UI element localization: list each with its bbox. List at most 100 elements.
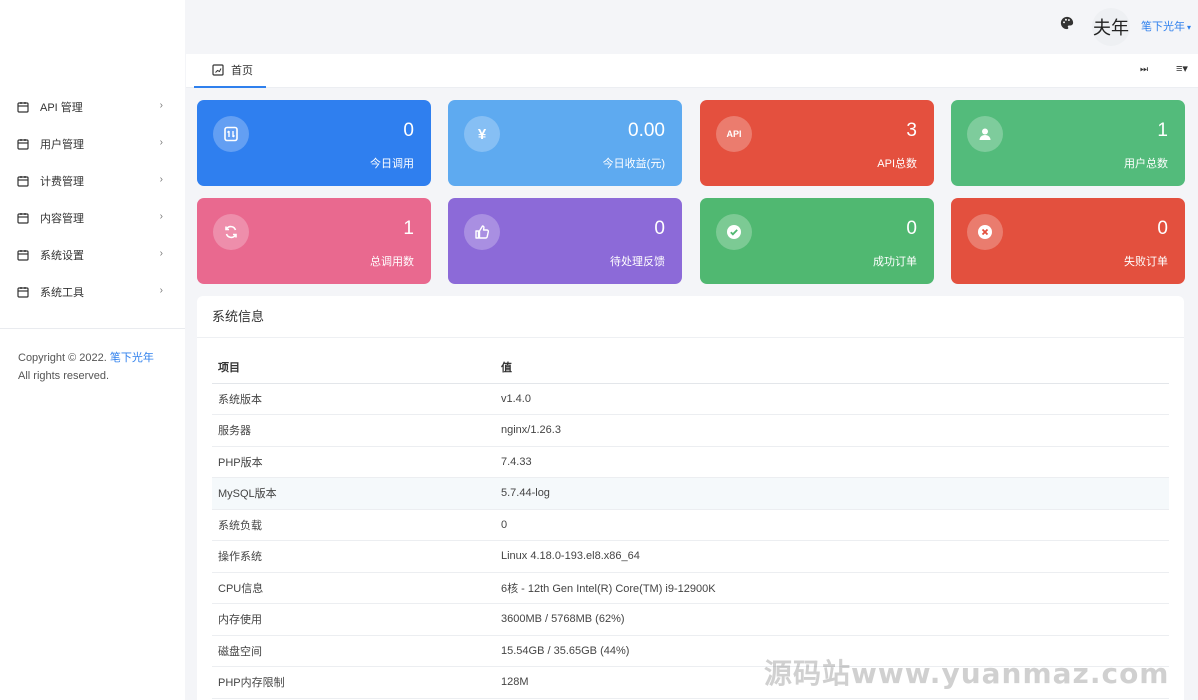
row-item: PHP版本 [212, 446, 495, 478]
copyright-prefix: Copyright © 2022. [18, 352, 107, 364]
sidebar-item[interactable]: 系统工具 › [0, 273, 185, 310]
chevron-right-icon: › [159, 174, 163, 185]
table-row: 操作系统 Linux 4.18.0-193.el8.x86_64 [212, 540, 1169, 573]
row-item: PHP内存限制 [212, 666, 495, 699]
row-value: Linux 4.18.0-193.el8.x86_64 [495, 540, 1169, 573]
sidebar-item[interactable]: API 管理 › [0, 88, 185, 125]
sidebar-menu: API 管理 › 用户管理 › 计费管理 › 内容管理 › 系统设置 › 系统工具 › [0, 88, 185, 310]
stat-card[interactable]: ¥0.00 今日收益(元) [448, 100, 682, 186]
stat-card[interactable]: 1 总调用数 [197, 198, 431, 284]
chevron-right-icon: › [159, 211, 163, 222]
sidebar-item-label: 内容管理 [40, 212, 84, 225]
sidebar-item-label: 用户管理 [40, 138, 84, 151]
row-value: 3600MB / 5768MB (62%) [495, 603, 1169, 636]
calendar-icon [17, 175, 29, 187]
top-header: 夫年 笔下光年 ▾ [0, 0, 1198, 52]
chevron-right-icon: › [159, 100, 163, 111]
stat-value: 0 [906, 218, 917, 239]
sidebar-item[interactable]: 内容管理 › [0, 199, 185, 236]
tab-menu-icon[interactable]: ≡▾ [1176, 62, 1188, 75]
stat-value: 0 [654, 218, 665, 239]
calendar-icon [17, 286, 29, 298]
user-menu[interactable]: 笔下光年 ▾ [1141, 18, 1191, 34]
calendar-icon [17, 212, 29, 224]
column-header-item: 项目 [212, 352, 495, 384]
stat-label: 今日调用 [370, 158, 414, 170]
row-value: nginx/1.26.3 [495, 414, 1169, 447]
table-row: 服务器 nginx/1.26.3 [212, 414, 1169, 447]
row-value: 7.4.33 [495, 446, 1169, 478]
row-item: 系统版本 [212, 383, 495, 415]
stat-card[interactable]: 0 成功订单 [700, 198, 934, 284]
sidebar-item-label: 系统设置 [40, 249, 84, 262]
stat-label: 用户总数 [1124, 158, 1168, 170]
table-body: 系统版本 v1.4.0 服务器 nginx/1.26.3 PHP版本 7.4.33 MySQ… [212, 383, 1169, 699]
system-info-panel: 系统信息 项目 值 系统版本 v1.4.0 服务器 nginx/1.26.3 PHP版本… [197, 296, 1184, 700]
stat-card[interactable]: 1 用户总数 [951, 100, 1185, 186]
sidebar-item-label: API 管理 [40, 101, 83, 114]
stat-card[interactable]: 0 今日调用 [197, 100, 431, 186]
exchange-icon [213, 116, 249, 152]
watermark: 源码站www.yuanmaz.com [764, 657, 1170, 690]
table-row: PHP版本 7.4.33 [212, 446, 1169, 478]
avatar[interactable]: 夫年 [1092, 8, 1130, 46]
calendar-icon [17, 101, 29, 113]
sidebar-item-label: 计费管理 [40, 175, 84, 188]
chevron-down-icon: ▾ [1187, 23, 1192, 32]
sidebar-item[interactable]: 计费管理 › [0, 162, 185, 199]
copyright-suffix: All rights reserved. [18, 370, 110, 382]
stat-card[interactable]: 0 待处理反馈 [448, 198, 682, 284]
table-row: 系统版本 v1.4.0 [212, 383, 1169, 415]
copyright-brand-link[interactable]: 笔下光年 [110, 352, 154, 364]
sidebar-item[interactable]: 用户管理 › [0, 125, 185, 162]
avatar-text: 夫年 [1093, 18, 1129, 39]
palette-icon[interactable] [1060, 16, 1074, 30]
table-row: 内存使用 3600MB / 5768MB (62%) [212, 603, 1169, 636]
sidebar-item-label: 系统工具 [40, 286, 84, 299]
stat-value: 1 [1157, 120, 1168, 141]
row-value: 0 [495, 509, 1169, 541]
icon-glyph: ¥ [477, 125, 487, 143]
calendar-icon [17, 138, 29, 150]
row-item: 系统负载 [212, 509, 495, 541]
row-item: 内存使用 [212, 603, 495, 636]
panel-title: 系统信息 [197, 296, 1184, 338]
chevron-right-icon: › [159, 285, 163, 296]
chevron-right-icon: › [159, 248, 163, 259]
system-info-table: 项目 值 系统版本 v1.4.0 服务器 nginx/1.26.3 PHP版本 7.4.3… [212, 352, 1169, 699]
stat-label: API总数 [877, 158, 917, 170]
sidebar: API 管理 › 用户管理 › 计费管理 › 内容管理 › 系统设置 › 系统工具 › Copyrig… [0, 0, 185, 700]
tab-home-label: 首页 [231, 65, 253, 77]
table-row: MySQL版本 5.7.44-log [212, 477, 1169, 510]
stat-label: 失败订单 [1124, 256, 1168, 268]
home-page-icon [212, 64, 224, 76]
stat-value: 0.00 [628, 120, 665, 141]
user-name: 笔下光年 [1141, 21, 1185, 33]
sidebar-item[interactable]: 系统设置 › [0, 236, 185, 273]
row-value: 5.7.44-log [495, 477, 1169, 510]
thumbs-up-icon [464, 214, 500, 250]
stat-value: 1 [403, 218, 414, 239]
refresh-icon [213, 214, 249, 250]
column-header-value: 值 [495, 352, 1169, 384]
api-icon: API [716, 116, 752, 152]
icon-glyph: API [726, 129, 742, 139]
table-header-row: 项目 值 [212, 352, 1169, 384]
stat-label: 总调用数 [370, 256, 414, 268]
calendar-icon [17, 249, 29, 261]
skip-forward-icon[interactable]: ⏭ [1140, 64, 1148, 75]
table-row: 系统负载 0 [212, 509, 1169, 541]
stat-label: 成功订单 [873, 256, 917, 268]
stat-value: 0 [1157, 218, 1168, 239]
row-item: MySQL版本 [212, 477, 495, 510]
row-item: CPU信息 [212, 572, 495, 604]
stat-card[interactable]: API 3 API总数 [700, 100, 934, 186]
stat-card[interactable]: 0 失败订单 [951, 198, 1185, 284]
x-circle-icon [967, 214, 1003, 250]
stat-label: 今日收益(元) [602, 158, 665, 170]
tab-home[interactable]: 首页 [194, 54, 266, 88]
check-circle-icon [716, 214, 752, 250]
stat-value: 0 [403, 120, 414, 141]
chevron-right-icon: › [159, 137, 163, 148]
row-item: 操作系统 [212, 540, 495, 573]
